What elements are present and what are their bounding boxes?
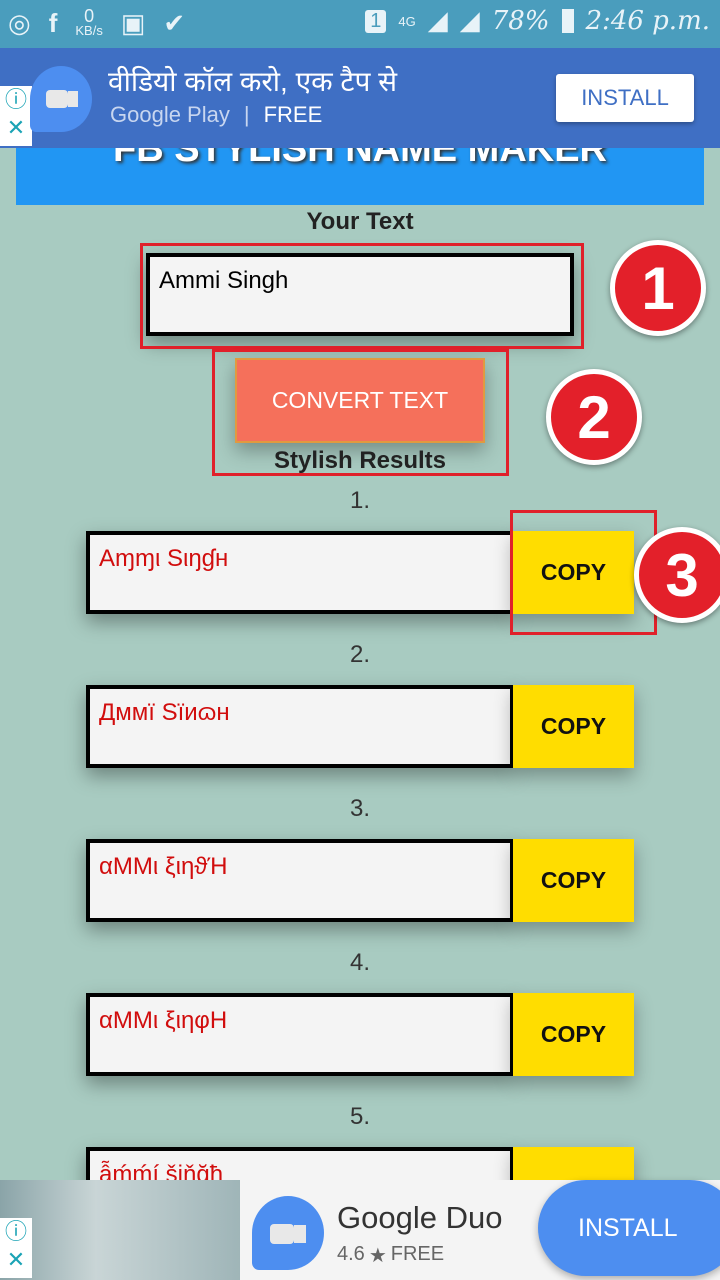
result-number: 5. [349,1103,370,1130]
ad-store: Google Play [110,102,230,127]
clock: 2:46 p.m. [585,6,710,36]
result-number: 2. [349,641,370,668]
ad-separator: | [243,102,250,127]
ad-app-name: Google Duo [337,1200,503,1235]
close-icon[interactable]: ✕ [0,1246,32,1274]
result-text-box[interactable]: αMMι ξιηφH [86,993,514,1076]
star-icon: ★ [368,1245,387,1267]
battery-icon [561,9,574,33]
net-speed-unit: KB/s [75,23,103,38]
duo-app-icon [30,66,92,132]
ad-price: FREE [263,102,323,127]
bottom-ad-banner[interactable]: ⓘ ✕ Google Duo 4.6 ★ FREE INSTALL [0,1180,720,1280]
duo-app-icon [252,1196,324,1270]
result-number: 4. [349,949,370,976]
annotation-box-2 [212,349,509,476]
network-type: 4G [398,13,416,29]
status-bar: ◎ f 0 KB/s ▣ ✔ 1 4G ◢ ◢ 78% 2:46 p.m. [0,0,720,48]
signal-icon: ◢ [427,6,448,36]
app-header: FB STYLISH NAME MAKER [16,148,704,205]
annotation-marker-3: 3 [634,527,720,623]
page-title: FB STYLISH NAME MAKER [113,148,607,170]
ad-image [0,1180,240,1280]
signal-icon-2: ◢ [459,6,480,36]
info-icon[interactable]: ⓘ [0,1218,32,1246]
result-text-box[interactable]: αMMι ξιηϑΉ [86,839,514,922]
your-text-label: Your Text [306,208,414,235]
annotation-box-1 [140,243,584,349]
result-text-box[interactable]: Aɱɱι Sιŋɠн [86,531,514,614]
ad-install-button[interactable]: INSTALL [556,74,694,122]
ad-headline: वीडियो कॉल करो, एक टैप से [108,66,398,97]
ad-rating: 4.6 [337,1243,365,1265]
annotation-marker-1: 1 [610,240,706,336]
whatsapp-icon: ◎ [8,8,31,38]
result-text-box[interactable]: Дммї Sїиɷн [86,685,514,768]
ad-choices[interactable]: ⓘ ✕ [0,86,32,146]
result-number: 3. [349,795,370,822]
ad-price: FREE [390,1243,445,1265]
close-icon[interactable]: ✕ [0,114,32,142]
sim-icon: 1 [365,9,387,33]
top-ad-banner[interactable]: ⓘ ✕ वीडियो कॉल करो, एक टैप से Google Pla… [0,48,720,148]
gallery-icon: ▣ [120,8,146,38]
copy-button[interactable]: COPY [513,685,634,768]
ad-choices[interactable]: ⓘ ✕ [0,1218,32,1278]
ad-install-button[interactable]: INSTALL [538,1180,720,1276]
copy-button[interactable]: COPY [513,993,634,1076]
check-icon: ✔ [163,8,186,38]
net-speed: 0 KB/s [75,7,103,38]
copy-button[interactable]: COPY [513,839,634,922]
battery-percent: 78% [491,6,550,36]
facebook-icon: f [48,8,58,38]
info-icon[interactable]: ⓘ [0,86,32,114]
annotation-marker-2: 2 [546,369,642,465]
